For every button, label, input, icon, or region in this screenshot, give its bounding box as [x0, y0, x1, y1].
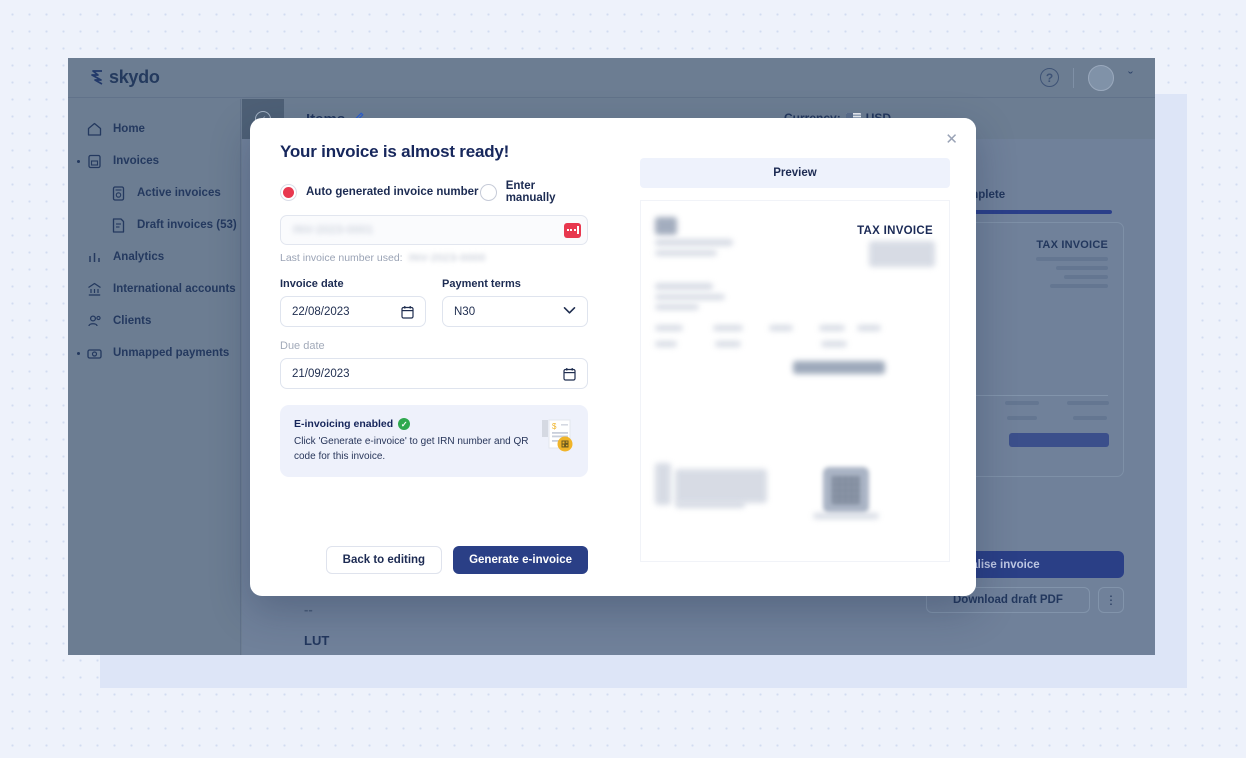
- sidebar-item-draft-invoices[interactable]: Draft invoices (53): [68, 209, 240, 241]
- modal-form-panel: Your invoice is almost ready! Auto gener…: [250, 118, 618, 596]
- calendar-icon[interactable]: [563, 367, 576, 381]
- chevron-down-icon[interactable]: ˇ: [1128, 70, 1133, 85]
- invoice-ready-modal: Your invoice is almost ready! Auto gener…: [250, 118, 976, 596]
- radio-enter-manually-control[interactable]: [479, 183, 497, 201]
- sidebar-item-invoices[interactable]: Invoices: [68, 145, 240, 177]
- payment-terms-value: N30: [454, 305, 476, 318]
- due-date-value: 21/09/2023: [292, 367, 350, 380]
- svg-text:$: $: [552, 422, 557, 431]
- last-used-value: INV-2023-0000: [408, 252, 486, 264]
- sidebar-item-label: Draft invoices (53): [137, 219, 237, 231]
- vertical-dots-icon[interactable]: ⋮: [1098, 587, 1124, 613]
- lut-label: LUT: [304, 633, 330, 648]
- payment-terms-select[interactable]: N30: [442, 296, 588, 327]
- people-icon: [86, 313, 103, 330]
- invoice-card-title: TAX INVOICE: [1036, 239, 1108, 251]
- sidebar-item-clients[interactable]: Clients: [68, 305, 240, 337]
- last-invoice-number-used: Last invoice number used: INV-2023-0000: [280, 252, 588, 264]
- top-bar: skydo ? ˇ: [68, 58, 1155, 98]
- bar-chart-icon: [86, 249, 103, 266]
- bank-icon: [86, 281, 103, 298]
- preview-document[interactable]: TAX INVOICE: [640, 200, 950, 562]
- sidebar-item-label: International accounts: [113, 283, 236, 295]
- sidebar-item-label: Invoices: [113, 155, 160, 167]
- qr-code-icon: [823, 467, 869, 513]
- invoice-icon: [77, 153, 103, 170]
- sidebar-item-label: Home: [113, 123, 145, 135]
- preview-doc-title: TAX INVOICE: [857, 225, 933, 237]
- home-icon: [86, 121, 103, 138]
- radio-auto-generated[interactable]: Auto generated invoice number: [280, 183, 480, 201]
- modal-preview-panel: ✕ Preview TAX INVOICE: [618, 118, 976, 596]
- skydo-logo[interactable]: skydo: [89, 67, 160, 88]
- einvoicing-title: E-invoicing enabled: [294, 418, 394, 430]
- due-date-group: Due date 21/09/2023: [280, 340, 588, 389]
- payment-terms-label: Payment terms: [442, 278, 521, 290]
- payment-terms-group: Payment terms N30: [442, 278, 588, 327]
- invoice-date-input[interactable]: 22/08/2023: [280, 296, 426, 327]
- einvoicing-info-box: E-invoicing enabled ✓ Click 'Generate e-…: [280, 405, 588, 477]
- invoice-number-field[interactable]: INV-2023-0001: [280, 215, 588, 245]
- sidebar-item-unmapped-payments[interactable]: Unmapped payments: [68, 337, 240, 369]
- generate-einvoice-button[interactable]: Generate e-invoice: [453, 546, 588, 574]
- sidebar-item-label: Active invoices: [137, 187, 221, 199]
- chevron-down-icon[interactable]: [563, 306, 576, 318]
- sidebar-item-analytics[interactable]: Analytics: [68, 241, 240, 273]
- divider: [1073, 67, 1074, 88]
- active-doc-icon: [110, 185, 127, 202]
- skydo-mark-icon: [89, 69, 106, 86]
- date-terms-grid: Invoice date 22/08/2023 Payment terms N3…: [280, 278, 588, 327]
- skydo-wordmark: skydo: [109, 67, 160, 87]
- calendar-icon[interactable]: [401, 305, 414, 319]
- radio-enter-manually[interactable]: Enter manually: [479, 180, 588, 204]
- radio-enter-manually-label: Enter manually: [505, 180, 556, 204]
- invoice-date-label: Invoice date: [280, 278, 344, 290]
- check-badge-icon: ✓: [398, 418, 411, 430]
- invoice-number-mode-group: Auto generated invoice number Enter manu…: [280, 180, 588, 204]
- card-icon[interactable]: [564, 222, 581, 238]
- help-icon[interactable]: ?: [1040, 68, 1059, 87]
- sidebar-item-label: Unmapped payments: [113, 347, 230, 359]
- sidebar-item-label: Analytics: [113, 251, 165, 263]
- back-to-editing-button[interactable]: Back to editing: [325, 546, 443, 574]
- due-date-input[interactable]: 21/09/2023: [280, 358, 588, 389]
- draft-doc-icon: [110, 217, 127, 234]
- e-invoice-doc-icon: $: [540, 418, 574, 459]
- sidebar-item-home[interactable]: Home: [68, 113, 240, 145]
- last-used-label: Last invoice number used:: [280, 252, 403, 264]
- sidebar-item-active-invoices[interactable]: Active invoices: [68, 177, 240, 209]
- modal-actions: Back to editing Generate e-invoice: [280, 546, 588, 574]
- einvoicing-title-row: E-invoicing enabled ✓: [294, 418, 530, 430]
- invoice-date-group: Invoice date 22/08/2023: [280, 278, 426, 327]
- sidebar-item-label: Clients: [113, 315, 152, 327]
- due-date-label: Due date: [280, 340, 325, 352]
- modal-title: Your invoice is almost ready!: [280, 142, 510, 161]
- top-bar-right: ? ˇ: [1040, 64, 1133, 91]
- radio-auto-generated-control[interactable]: [280, 183, 297, 201]
- dash-placeholder: --: [304, 602, 313, 617]
- cash-icon: [77, 345, 103, 362]
- preview-header: Preview: [640, 158, 950, 188]
- close-icon[interactable]: ✕: [945, 132, 958, 147]
- avatar[interactable]: [1088, 64, 1114, 91]
- invoice-number-value: INV-2023-0001: [293, 224, 374, 236]
- radio-auto-generated-label: Auto generated invoice number: [306, 186, 479, 198]
- sidebar-item-international-accounts[interactable]: International accounts: [68, 273, 240, 305]
- invoice-date-value: 22/08/2023: [292, 305, 350, 318]
- einvoicing-body: Click 'Generate e-invoice' to get IRN nu…: [294, 436, 529, 462]
- sidebar: Home Invoices Active invoices Draft invo…: [68, 99, 241, 655]
